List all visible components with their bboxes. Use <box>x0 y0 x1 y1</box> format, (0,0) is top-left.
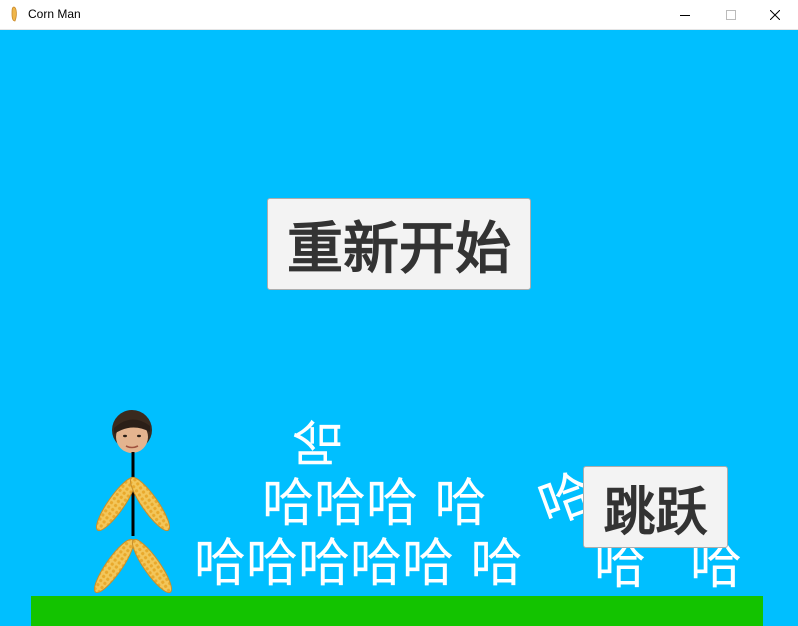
close-button[interactable] <box>752 0 798 30</box>
restart-button[interactable]: 重新开始 <box>267 198 531 290</box>
maximize-button[interactable] <box>708 0 754 30</box>
jump-button[interactable]: 跳跃 <box>583 466 728 548</box>
minimize-button[interactable] <box>662 0 708 30</box>
close-icon <box>770 10 780 20</box>
ha-text: 哈哈哈 哈 <box>262 474 487 534</box>
game-canvas: 哈 哈哈哈 哈 哈 哈哈哈哈哈 哈 哈 哈 重新开始 跳跃 <box>0 30 798 626</box>
ha-text: 哈哈哈哈哈 哈 <box>194 534 523 594</box>
corn-man-player <box>94 410 172 594</box>
maximize-icon <box>726 10 736 20</box>
minimize-icon <box>680 15 690 16</box>
corn-icon <box>11 6 17 22</box>
ground <box>31 596 763 626</box>
window-title: Corn Man <box>28 7 81 21</box>
title-bar: Corn Man <box>0 0 798 30</box>
ha-text: 哈 <box>290 418 348 468</box>
